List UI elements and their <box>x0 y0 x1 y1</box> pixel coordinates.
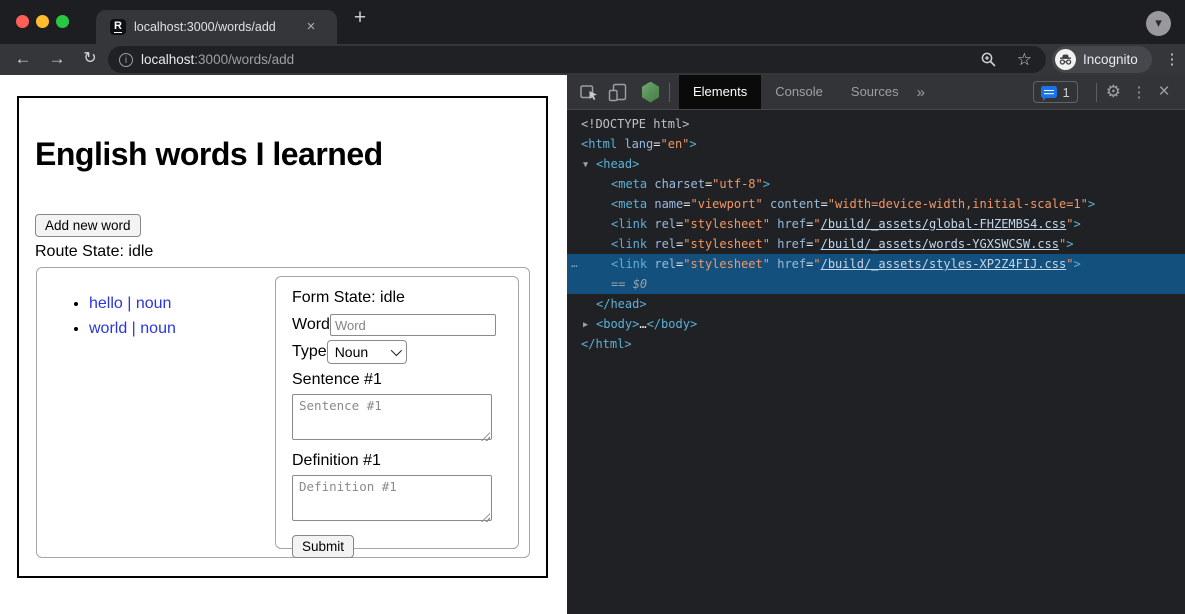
stylesheet-link[interactable]: /build/_assets/words-YGXSWCSW.css <box>821 237 1059 251</box>
url-path: :3000/words/add <box>194 52 294 67</box>
expand-arrow-icon[interactable]: ▶ <box>583 315 596 335</box>
words-panel: hello | noun world | noun Form State: id… <box>36 267 530 558</box>
stylesheet-link[interactable]: /build/_assets/global-FHZEMBS4.css <box>821 217 1067 231</box>
incognito-badge: Incognito <box>1052 46 1152 73</box>
dom-tree-line[interactable]: </head> <box>567 294 1185 314</box>
browser-window: R localhost:3000/words/add × + ▾ ← → ↻ i… <box>0 0 1185 614</box>
route-state-text: Route State: idle <box>35 243 153 261</box>
definition-textarea[interactable] <box>292 475 492 521</box>
issues-bubble-icon <box>1041 86 1057 98</box>
devtools-toolbar: Elements Console Sources » 1 ⚙ ⋮ × <box>567 75 1185 110</box>
tab-close-icon[interactable]: × <box>302 18 320 36</box>
more-tabs-icon[interactable]: » <box>917 84 925 101</box>
tab-title: localhost:3000/words/add <box>134 20 276 34</box>
bookmark-star-icon[interactable]: ☆ <box>1017 51 1032 68</box>
address-bar[interactable]: i localhost:3000/words/add ☆ <box>108 46 1046 73</box>
chevron-down-icon <box>390 345 401 356</box>
address-url[interactable]: localhost:3000/words/add <box>141 52 294 67</box>
dom-tree-line[interactable]: == $0 <box>567 274 1185 294</box>
remix-favicon-icon: R <box>110 19 126 35</box>
tab-search-button[interactable]: ▾ <box>1146 11 1171 36</box>
dom-tree-line[interactable]: <html lang="en"> <box>567 134 1185 154</box>
browser-menu-icon[interactable]: ⋮ <box>1162 48 1182 72</box>
title-bar: R localhost:3000/words/add × + ▾ <box>0 0 1185 44</box>
incognito-icon <box>1055 49 1076 70</box>
word-input[interactable] <box>330 314 496 336</box>
dom-tree-line[interactable]: <!DOCTYPE html> <box>567 114 1185 134</box>
type-select[interactable]: Noun <box>327 340 407 364</box>
devtools-panel: Elements Console Sources » 1 ⚙ ⋮ × <!DOC… <box>567 75 1185 614</box>
devtools-close-icon[interactable]: × <box>1155 82 1173 102</box>
form-state-text: Form State: idle <box>292 289 502 307</box>
toolbar-divider <box>1096 83 1097 102</box>
definition-label: Definition #1 <box>292 452 502 470</box>
page-info-icon[interactable]: i <box>119 53 133 67</box>
dom-tree-line[interactable]: ▶<body>…</body> <box>567 314 1185 334</box>
web-page: English words I learned Add new word Rou… <box>0 75 567 614</box>
stylesheet-link[interactable]: /build/_assets/styles-XP2Z4FIJ.css <box>821 257 1067 271</box>
collapse-arrow-icon[interactable]: ▼ <box>583 155 596 175</box>
dom-tree-line[interactable]: …<link rel="stylesheet" href="/build/_as… <box>567 254 1185 274</box>
window-close-button[interactable] <box>16 15 29 28</box>
type-select-value: Noun <box>335 344 368 360</box>
submit-button[interactable]: Submit <box>292 535 354 558</box>
devtools-menu-icon[interactable]: ⋮ <box>1131 83 1147 101</box>
dom-tree-line[interactable]: <meta name="viewport" content="width=dev… <box>567 194 1185 214</box>
back-icon[interactable]: ← <box>10 46 36 72</box>
app-container: English words I learned Add new word Rou… <box>17 96 548 578</box>
forward-icon[interactable]: → <box>44 46 70 72</box>
sentence-label: Sentence #1 <box>292 371 502 389</box>
more-actions-icon[interactable]: … <box>571 254 578 274</box>
dom-tree-line[interactable]: <link rel="stylesheet" href="/build/_ass… <box>567 234 1185 254</box>
tab-sources[interactable]: Sources <box>837 75 913 109</box>
page-title: English words I learned <box>35 136 383 173</box>
dom-tree-line[interactable]: ▼<head> <box>567 154 1185 174</box>
word-label: Word <box>292 316 330 334</box>
url-host: localhost <box>141 52 194 67</box>
extension-hexagon-icon[interactable] <box>641 82 660 103</box>
browser-tab[interactable]: R localhost:3000/words/add × <box>96 10 337 44</box>
add-word-form: Form State: idle Word Type Noun Sentence… <box>275 276 519 549</box>
elements-dom-tree: <!DOCTYPE html><html lang="en">▼<head><m… <box>567 111 1185 354</box>
word-link-hello[interactable]: hello | noun <box>89 295 171 312</box>
new-tab-button[interactable]: + <box>348 6 372 30</box>
reload-icon[interactable]: ↻ <box>77 46 103 72</box>
incognito-label: Incognito <box>1083 52 1138 67</box>
inspect-element-icon[interactable] <box>579 82 599 102</box>
issues-counter[interactable]: 1 <box>1033 81 1078 103</box>
zoom-page-icon[interactable] <box>980 51 997 68</box>
add-new-word-button[interactable]: Add new word <box>35 214 141 237</box>
settings-gear-icon[interactable]: ⚙ <box>1106 82 1121 102</box>
window-zoom-button[interactable] <box>56 15 69 28</box>
dom-tree-line[interactable]: <meta charset="utf-8"> <box>567 174 1185 194</box>
sentence-textarea[interactable] <box>292 394 492 440</box>
tab-console[interactable]: Console <box>761 75 837 109</box>
dom-tree-line[interactable]: </html> <box>567 334 1185 354</box>
browser-toolbar: ← → ↻ i localhost:3000/words/add ☆ Incog… <box>0 44 1185 75</box>
type-label: Type <box>292 343 327 361</box>
issues-count: 1 <box>1063 85 1070 100</box>
device-toolbar-icon[interactable] <box>608 82 628 102</box>
tab-elements[interactable]: Elements <box>679 75 761 109</box>
word-link-world[interactable]: world | noun <box>89 320 176 337</box>
toolbar-divider <box>669 83 670 102</box>
window-minimize-button[interactable] <box>36 15 49 28</box>
dom-tree-line[interactable]: <link rel="stylesheet" href="/build/_ass… <box>567 214 1185 234</box>
